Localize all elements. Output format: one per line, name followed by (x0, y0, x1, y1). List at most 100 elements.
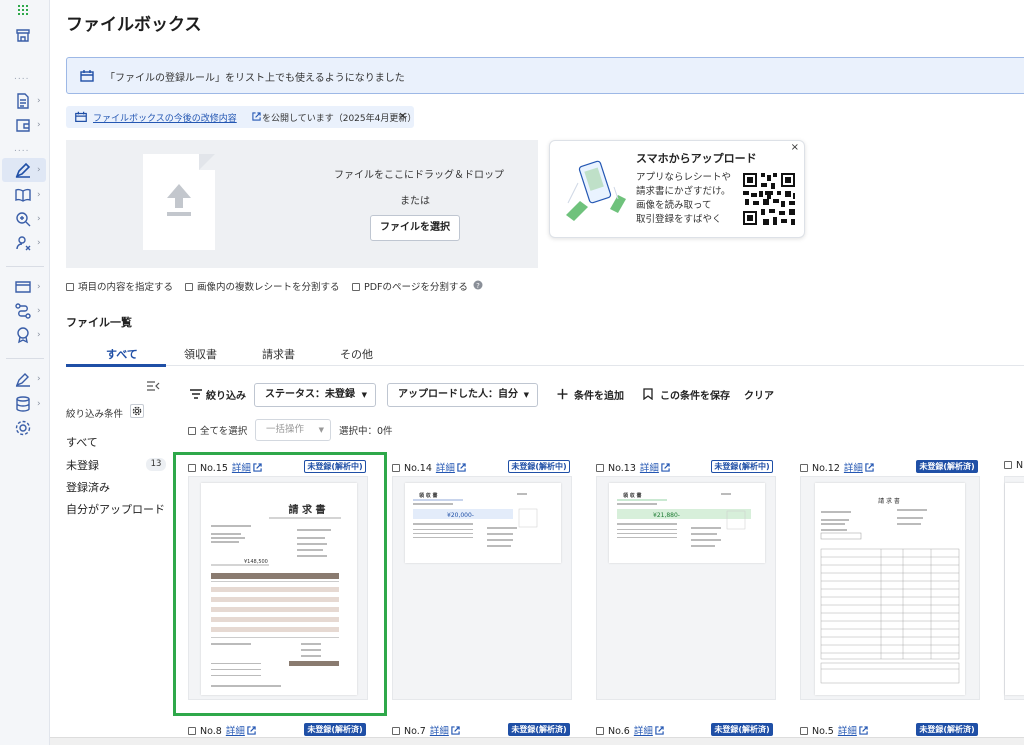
main-content: ファイルボックス 「ファイルの登録ルール」をリスト上でも使えるようになりました … (50, 0, 1024, 745)
selected-count: 選択中：0件 (339, 426, 393, 437)
app-grid-icon[interactable] (14, 2, 32, 20)
uploader-filter-dropdown[interactable]: アップロードした人：自分 ▼ (387, 383, 538, 407)
external-link-icon (865, 463, 874, 472)
card-checkbox[interactable] (596, 727, 604, 735)
pen-icon[interactable] (14, 161, 32, 179)
external-link-icon (661, 463, 670, 472)
filter-registered[interactable]: 登録済み (66, 479, 110, 495)
book-icon[interactable] (14, 186, 32, 204)
collapse-panel-icon[interactable] (146, 380, 160, 392)
filter-all[interactable]: すべて (66, 434, 98, 450)
detail-link[interactable]: 詳細 (430, 726, 449, 737)
mobile-upload-card: スマホからアップロード アプリならレシートや 請求書にかざすだけ。 画像を読み取… (549, 140, 805, 238)
tab-other[interactable]: その他 (340, 346, 373, 362)
detail-link[interactable]: 詳細 (838, 726, 857, 737)
detail-link[interactable]: 詳細 (640, 463, 659, 474)
detail-link[interactable]: 詳細 (436, 463, 455, 474)
file-card-header: No.8 詳細 (188, 723, 256, 737)
chevron-right-icon: › (37, 374, 41, 384)
receipt-amount: ¥21,880- (653, 512, 680, 519)
status-badge: 未登録(解析済) (916, 460, 978, 473)
chevron-right-icon: › (37, 214, 41, 224)
detail-link[interactable]: 詳細 (226, 726, 245, 737)
add-condition-button[interactable]: 条件を追加 (574, 387, 624, 402)
card-checkbox[interactable] (392, 727, 400, 735)
tab-all[interactable]: すべて (106, 346, 138, 362)
clear-button[interactable]: クリア (744, 387, 774, 402)
page-title: ファイルボックス (66, 15, 202, 35)
roadmap-link[interactable]: ファイルボックスの今後の改修内容 (93, 111, 237, 124)
option-split-receipts[interactable]: 画像内の複数レシートを分割する (185, 279, 340, 293)
info-banner: 「ファイルの登録ルール」をリスト上でも使えるようになりました (66, 57, 1024, 94)
wallet-icon[interactable] (14, 116, 32, 134)
invoice-title: 請 求 書 (878, 497, 900, 505)
bookmark-icon (643, 388, 653, 400)
qr-code-icon[interactable] (741, 171, 797, 227)
route-icon[interactable] (14, 302, 32, 320)
filter-my-uploads[interactable]: 自分がアップロード (66, 501, 165, 517)
badge-icon[interactable] (14, 326, 32, 344)
file-thumbnail-partial[interactable] (1004, 476, 1024, 700)
card-checkbox[interactable] (800, 464, 808, 472)
store-icon[interactable] (14, 26, 32, 44)
mobile-upload-description: アプリならレシートや 請求書にかざすだけ。 画像を読み取って 取引登録をすばやく (636, 172, 732, 225)
gear-icon[interactable] (14, 419, 32, 437)
detail-link[interactable]: 詳細 (634, 726, 653, 737)
external-link-icon (247, 726, 256, 735)
external-link-icon (451, 726, 460, 735)
status-badge: 未登録(解析済) (916, 723, 978, 736)
credit-card-icon[interactable] (14, 278, 32, 296)
card-checkbox[interactable] (596, 464, 604, 472)
checkbox[interactable] (66, 283, 74, 291)
external-link-icon (252, 112, 261, 121)
bulk-action-dropdown[interactable]: 一括操作 ▼ (255, 419, 331, 441)
chevron-right-icon: › (37, 165, 41, 175)
card-checkbox[interactable] (392, 464, 400, 472)
receipt-title: 領 収 書 (418, 492, 437, 499)
option-split-pdf[interactable]: PDFのページを分割する (352, 279, 468, 293)
database-icon[interactable] (14, 395, 32, 413)
select-all-checkbox[interactable]: 全てを選択 (188, 423, 247, 437)
selection-bar: 全てを選択 一括操作 ▼ 選択中：0件 (188, 419, 788, 441)
receipt-title: 領 収 書 (622, 492, 641, 499)
file-card-header: No.6 詳細 (596, 723, 664, 737)
file-list-title: ファイル一覧 (66, 316, 132, 329)
tab-receipts[interactable]: 領収書 (184, 346, 217, 362)
status-filter-dropdown[interactable]: ステータス：未登録 ▼ (254, 383, 376, 407)
or-label: または (400, 196, 430, 207)
upload-document-icon (143, 154, 215, 250)
notice-close-button[interactable]: × (398, 109, 407, 122)
help-icon[interactable]: ? (473, 280, 483, 290)
external-link-icon (655, 726, 664, 735)
search-zoom-icon[interactable] (14, 210, 32, 228)
document-icon[interactable] (14, 92, 32, 110)
card-checkbox[interactable] (800, 727, 808, 735)
checkbox[interactable] (185, 283, 193, 291)
file-drop-zone[interactable]: ファイルをここにドラッグ＆ドロップ または ファイルを選択 (66, 140, 538, 268)
horizontal-scrollbar[interactable] (50, 737, 1024, 745)
notice-text: を公開しています（2025年4月更新） (262, 114, 417, 124)
filter-label[interactable]: 絞り込み (206, 387, 246, 402)
unregistered-count-badge: 13 (146, 458, 166, 471)
user-remove-icon[interactable] (14, 234, 32, 252)
card-checkbox[interactable] (188, 727, 196, 735)
checkbox[interactable] (352, 283, 360, 291)
file-type-tabs: すべて 領収書 請求書 その他 (66, 342, 1024, 366)
file-thumbnail-14[interactable]: 領 収 書 ¥20,000- (392, 476, 572, 700)
edit-user-icon[interactable] (14, 370, 32, 388)
filter-conditions-label: 絞り込み条件 (66, 409, 124, 420)
smartphone-scan-illustration (566, 160, 626, 221)
mobile-card-close-button[interactable]: × (791, 142, 799, 153)
filter-settings-icon[interactable] (130, 404, 144, 418)
option-specify-fields[interactable]: 項目の内容を指定する (66, 279, 173, 293)
tab-invoices[interactable]: 請求書 (262, 346, 295, 362)
detail-link[interactable]: 詳細 (844, 463, 863, 474)
banner-text: 「ファイルの登録ルール」をリスト上でも使えるようになりました (105, 73, 405, 84)
filter-unregistered[interactable]: 未登録 (66, 457, 99, 473)
card-checkbox[interactable] (1004, 461, 1012, 469)
file-thumbnail-13[interactable]: 領 収 書 ¥21,880- (596, 476, 776, 700)
select-file-button[interactable]: ファイルを選択 (370, 215, 460, 241)
save-condition-button[interactable]: この条件を保存 (660, 387, 730, 402)
status-badge: 未登録(解析済) (711, 723, 773, 736)
file-thumbnail-12[interactable]: 請 求 書 (800, 476, 980, 700)
